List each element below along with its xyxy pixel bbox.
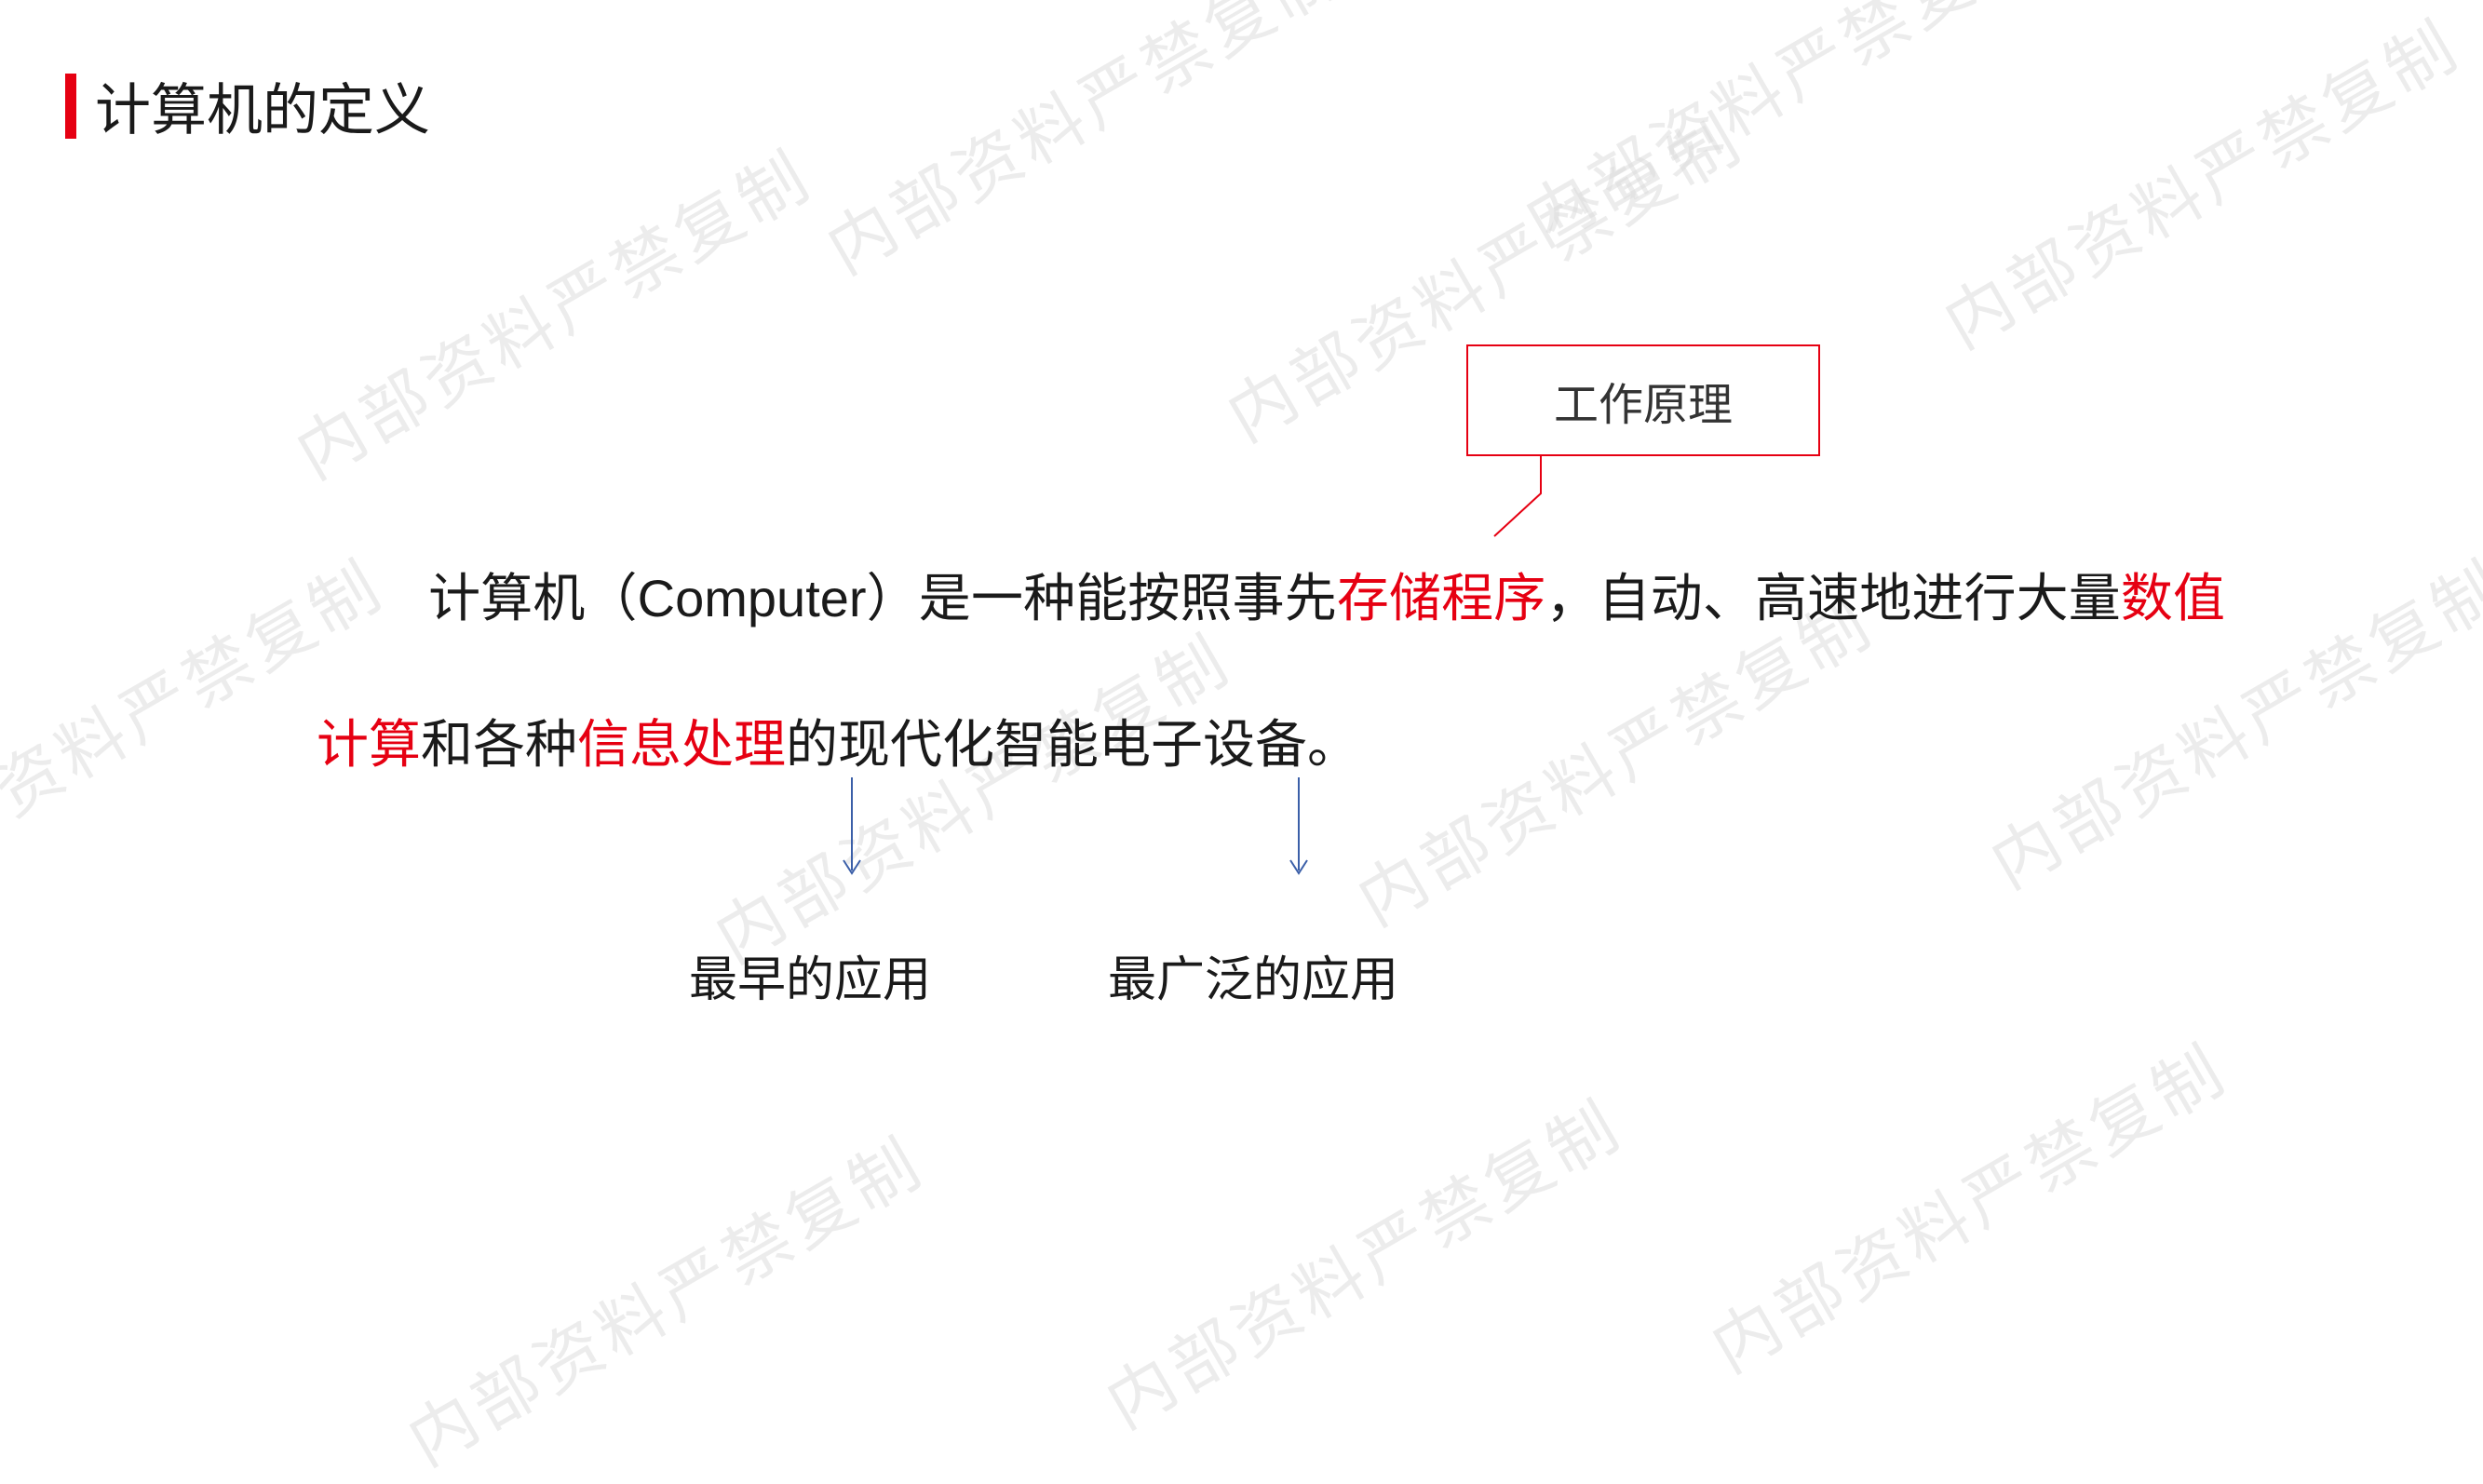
highlight-info-processing: 信息处理 [577, 715, 786, 774]
arrow-down-icon [838, 773, 866, 884]
watermark: 内部资料严禁复制 [0, 0, 366, 47]
watermark: 内部资料严禁复制 [1691, 1016, 2243, 1391]
arrow-down-icon [1285, 773, 1313, 884]
accent-bar [65, 74, 76, 139]
text-segment: 的现代化智能电子设备。 [786, 715, 1359, 774]
watermark: 内部资料严禁复制 [1923, 0, 2476, 367]
watermark: 内部资料严禁复制 [806, 0, 1358, 292]
watermark: 内部资料严禁复制 [276, 122, 828, 497]
callout-box: 工作原理 [1466, 344, 1820, 456]
annotation-widest: 最广泛的应用 [1108, 940, 1398, 1010]
text-segment: ，自动、高速地进行大量 [1545, 569, 2120, 627]
watermark: 内部资料严禁复制 [1086, 1072, 1638, 1447]
slide-header: 计算机的定义 [65, 65, 430, 146]
annotation-earliest: 最早的应用 [689, 940, 931, 1010]
page-title: 计算机的定义 [95, 65, 430, 146]
text-segment: 和各种 [421, 715, 577, 774]
definition-text: 计算机（Computer）是一种能按照事先存储程序，自动、高速地进行大量数值计算… [317, 526, 2225, 818]
text-segment: 计算机（Computer）是一种能按照事先 [428, 569, 1337, 627]
watermark: 内部资料严禁复制 [387, 1109, 939, 1484]
watermark: 内部资料严禁复制 [1505, 0, 2057, 264]
callout-label: 工作原理 [1554, 368, 1733, 433]
highlight-stored-program: 存储程序 [1337, 569, 1546, 627]
